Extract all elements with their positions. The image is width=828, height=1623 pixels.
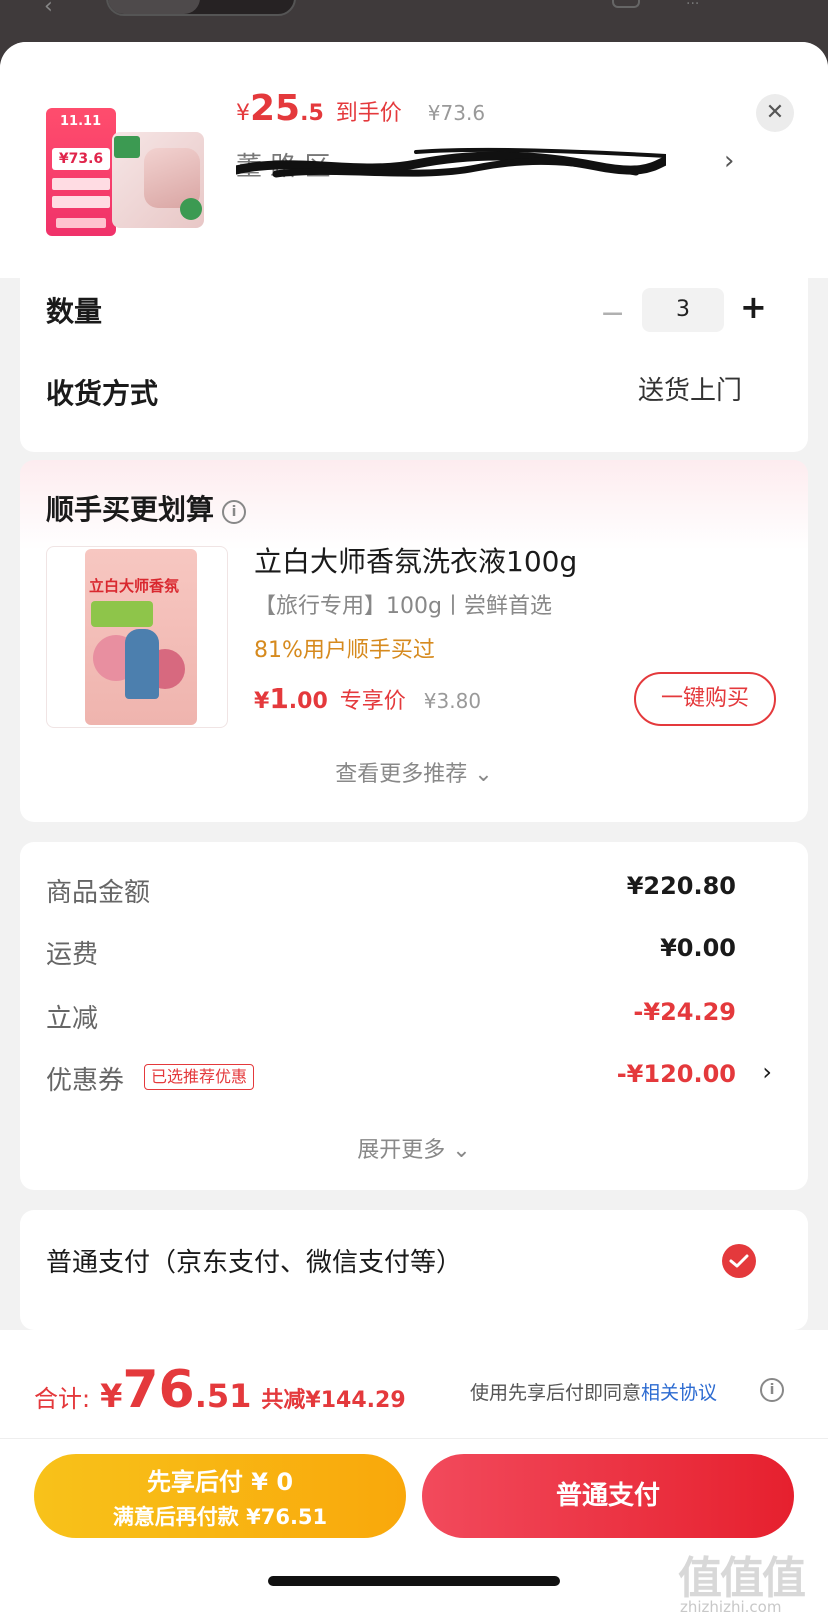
total-decimal: .51	[194, 1377, 252, 1415]
quantity-shipping-card: 数量 − 3 + 收货方式 送货上门	[20, 278, 808, 452]
coupon-badge: 已选推荐优惠	[144, 1064, 255, 1090]
home-indicator	[268, 1576, 560, 1586]
summary-label: 运费	[46, 940, 99, 970]
summary-row: 运费 ¥0.00	[46, 934, 786, 974]
price-currency: ¥	[254, 689, 270, 714]
more-recommendations-link[interactable]: 查看更多推荐 ⌄	[20, 756, 808, 788]
tab-switch-selected	[108, 0, 200, 14]
cart-icon[interactable]	[612, 0, 640, 8]
original-price: ¥3.80	[423, 689, 482, 713]
payment-method-label: 普通支付（京东支付、微信支付等）	[46, 1248, 463, 1278]
summary-value: -¥120.00	[616, 1060, 736, 1088]
shipping-method-value[interactable]: 送货上门	[638, 370, 742, 407]
total-integer: 76	[122, 1360, 195, 1420]
summary-row: 商品金额 ¥220.80	[46, 872, 786, 912]
price-integer: 25	[250, 88, 301, 129]
pay-later-subtitle: 满意后再付款 ¥76.51	[112, 1505, 328, 1529]
price-decimal: .5	[300, 101, 324, 126]
summary-value: -¥24.29	[633, 998, 736, 1026]
recommended-product-image[interactable]: 立白大师香氛	[46, 546, 228, 728]
checkout-footer: 合计: ¥ 76 .51 共减¥144.29 使用先享后付即同意相关协议 i 先…	[0, 1330, 828, 1623]
watermark-site: zhizhizhi.com	[680, 1598, 782, 1616]
quantity-label: 数量	[46, 295, 103, 328]
pay-later-title: 先享后付 ¥ 0	[146, 1468, 294, 1496]
recommendation-card: 顺手买更划算 i 立白大师香氛 立白大师香氛洗衣液100g 【旅行专用】100g丨…	[20, 460, 808, 822]
summary-row: 立减 -¥24.29	[46, 998, 786, 1038]
product-brand-text: 立白大师香氛	[89, 577, 180, 595]
redaction-scribble	[236, 147, 666, 178]
agreement-text: 使用先享后付即同意相关协议	[470, 1378, 717, 1405]
close-icon[interactable]: ✕	[756, 94, 794, 132]
agreement-link[interactable]: 相关协议	[641, 1382, 717, 1404]
price-currency: ¥	[236, 101, 250, 126]
quantity-input[interactable]: 3	[642, 288, 724, 332]
recommended-product-price: ¥ 1 .00 专享价 ¥3.80	[254, 682, 481, 715]
one-click-buy-button[interactable]: 一键购买	[634, 672, 776, 726]
summary-value: ¥0.00	[660, 934, 736, 962]
divider	[0, 1438, 828, 1439]
product-thumbnail: 11.11 ¥73.6	[42, 86, 210, 254]
product-header: 11.11 ¥73.6 ¥ 25 .5 到手价 ¥73.6 董 路 区 › ✕	[0, 42, 828, 278]
price-tag: 到手价	[335, 101, 402, 126]
promo-price: ¥73.6	[52, 148, 110, 170]
price-decimal: .00	[288, 689, 328, 714]
payment-method-card[interactable]: 普通支付（京东支付、微信支付等）	[20, 1210, 808, 1330]
chevron-right-icon[interactable]: ›	[724, 146, 734, 176]
info-icon[interactable]: i	[222, 500, 247, 524]
summary-label: 优惠券	[46, 1066, 125, 1096]
price-tag: 专享价	[339, 689, 406, 714]
quantity-minus-button[interactable]: −	[600, 296, 625, 331]
recommendation-title: 顺手买更划算 i	[46, 488, 247, 528]
check-icon[interactable]	[722, 1244, 756, 1278]
info-icon[interactable]: i	[760, 1378, 784, 1402]
back-icon[interactable]: ‹	[44, 0, 53, 19]
shipping-method-label: 收货方式	[46, 377, 159, 410]
agreement-prefix: 使用先享后付即同意	[470, 1382, 642, 1404]
coupon-row[interactable]: 优惠券 已选推荐优惠 -¥120.00 ›	[46, 1058, 786, 1100]
order-summary-card: 商品金额 ¥220.80 运费 ¥0.00 立减 -¥24.29 优惠券 已选推…	[20, 842, 808, 1190]
summary-value: ¥220.80	[626, 872, 736, 900]
expand-more-link[interactable]: 展开更多 ⌄	[20, 1132, 808, 1164]
price-integer: 1	[269, 682, 289, 715]
recommended-product-name[interactable]: 立白大师香氛洗衣液100g	[254, 540, 577, 580]
total-label: 合计:	[34, 1385, 91, 1413]
delivery-address[interactable]: 董 路 区	[236, 146, 666, 186]
summary-label: 立减	[46, 1004, 99, 1034]
recommendation-title-text: 顺手买更划算	[46, 493, 215, 526]
total-currency: ¥	[100, 1377, 123, 1415]
recommended-product-subtitle: 【旅行专用】100g丨尝鲜首选	[254, 594, 552, 619]
total-saved: 共减¥144.29	[261, 1388, 406, 1413]
more-icon[interactable]: ···	[686, 0, 699, 12]
summary-label: 商品金额	[46, 878, 151, 908]
event-logo: 11.11	[60, 114, 102, 129]
original-price: ¥73.6	[427, 101, 486, 125]
product-package-image	[112, 132, 204, 228]
quantity-plus-button[interactable]: +	[740, 288, 767, 326]
normal-pay-button[interactable]: 普通支付	[422, 1454, 794, 1538]
checkout-sheet: 11.11 ¥73.6 ¥ 25 .5 到手价 ¥73.6 董 路 区 › ✕	[0, 42, 828, 1623]
watermark-logo: 值值值 zhizhizhi.com	[676, 1542, 826, 1622]
watermark-glyphs: 值值值	[678, 1553, 806, 1604]
chevron-right-icon[interactable]: ›	[762, 1058, 772, 1086]
pay-later-button[interactable]: 先享后付 ¥ 0 满意后再付款 ¥76.51	[34, 1454, 406, 1538]
order-total: 合计: ¥ 76 .51 共减¥144.29	[34, 1360, 406, 1420]
promo-card-image: 11.11 ¥73.6	[46, 108, 116, 236]
recommended-product-popularity: 81%用户顺手买过	[254, 638, 435, 663]
final-price: ¥ 25 .5 到手价 ¥73.6	[236, 88, 485, 132]
